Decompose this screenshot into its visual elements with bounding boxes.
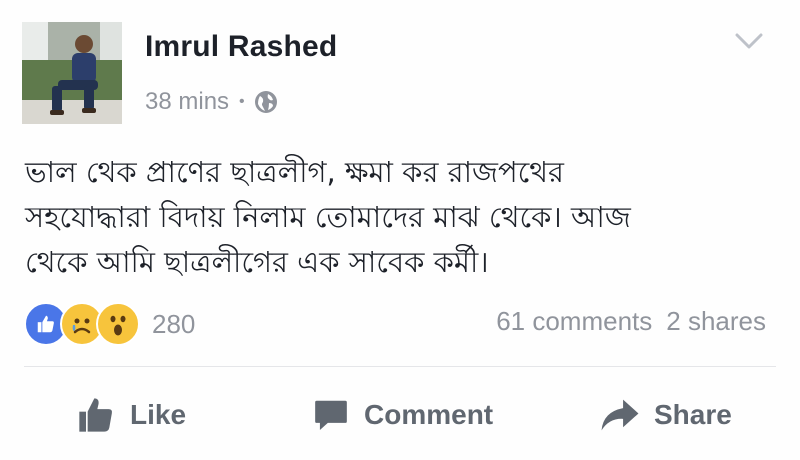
comment-label: Comment bbox=[364, 399, 494, 430]
globe-icon[interactable] bbox=[254, 90, 278, 114]
reaction-count: 280 bbox=[152, 308, 196, 339]
share-arrow-icon bbox=[601, 399, 639, 431]
meta-separator: • bbox=[239, 93, 245, 110]
share-label: Share bbox=[654, 399, 732, 430]
divider bbox=[24, 366, 776, 367]
post-text-line: থেকে আমি ছাত্রলীগের এক সাবেক কর্মী। bbox=[25, 245, 489, 279]
avatar[interactable] bbox=[22, 22, 122, 124]
like-label: Like bbox=[130, 399, 187, 430]
wow-reaction-icon bbox=[96, 302, 140, 346]
reactions-summary[interactable]: 280 bbox=[24, 302, 195, 346]
post-stats: 61 comments 2 shares bbox=[496, 306, 766, 337]
comment-icon bbox=[315, 400, 347, 431]
comment-button[interactable]: Comment bbox=[312, 385, 493, 445]
author-name[interactable]: Imrul Rashed bbox=[145, 30, 337, 64]
like-button[interactable]: Like bbox=[76, 385, 186, 445]
comments-count[interactable]: 61 comments bbox=[496, 306, 652, 337]
thumbs-up-icon bbox=[79, 398, 112, 432]
post-timestamp[interactable]: 38 mins bbox=[145, 88, 229, 116]
post-text-line: ভাল থেক প্রাণের ছাত্রলীগ, ক্ষমা কর রাজপথ… bbox=[25, 155, 565, 189]
action-bar: Like Comment Share bbox=[0, 385, 800, 445]
post-text-line: সহযোদ্ধারা বিদায় নিলাম তোমাদের মাঝ থেকে… bbox=[25, 200, 631, 234]
share-button[interactable]: Share bbox=[600, 385, 732, 445]
facebook-post: Imrul Rashed 38 mins • ভাল থেক প্রাণের ছ… bbox=[0, 0, 800, 460]
post-meta: 38 mins • bbox=[145, 88, 278, 116]
post-text: ভাল থেক প্রাণের ছাত্রলীগ, ক্ষমা কর রাজপথ… bbox=[25, 150, 775, 285]
shares-count[interactable]: 2 shares bbox=[666, 306, 766, 337]
avatar-photo bbox=[22, 22, 122, 124]
chevron-down-icon[interactable] bbox=[734, 30, 764, 52]
